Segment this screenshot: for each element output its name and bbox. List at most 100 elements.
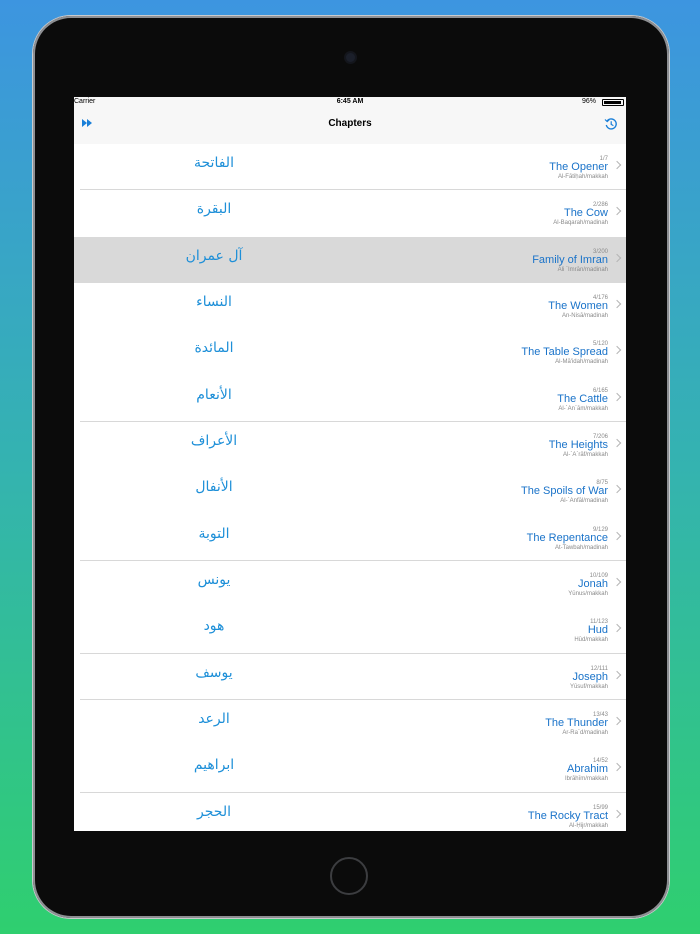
chapter-english-name: Joseph [572,670,608,683]
chapter-arabic-name: آل عمران [185,247,243,264]
chapter-meta: 7/206 The Heights Al-`A`rāf/makkah [549,434,608,458]
chapter-meta: 15/99 The Rocky Tract Al-Ḥijr/makkah [528,805,608,829]
chapter-meta: 11/123 Hud Hūd/makkah [574,619,608,643]
chevron-right-icon [612,763,622,772]
chapter-row[interactable]: الحجر 15/99 The Rocky Tract Al-Ḥijr/makkah [74,792,626,831]
chapter-meta: 2/286 The Cow Al-Baqarah/madinah [553,202,608,226]
chapter-row[interactable]: هود 11/123 Hud Hūd/makkah [74,607,626,654]
chapter-meta: 3/200 Family of Imran Āli `Imrān/madinah [532,249,608,273]
chapter-transliteration: Yūsuf/makkah [569,683,608,690]
chapter-english-name: The Cow [563,207,608,220]
chevron-right-icon [612,299,622,309]
chapter-english-name: The Thunder [545,716,608,729]
chapter-english-name: The Opener [549,161,608,173]
chapter-list: الفاتحة 1/7 The Opener Al-Fātiḥah/makkah الب… [74,144,626,831]
chapter-row[interactable]: الرعد 13/43 The Thunder Ar-Ra`d/madinah [74,699,626,747]
chapter-meta: 14/52 Abrahim Ibrāhīm/makkah [565,758,608,782]
chapter-transliteration: Al-Fātiḥah/makkah [557,174,608,180]
chapter-meta: 4/176 The Women An-Nisā/madinah [548,295,608,319]
chevron-right-icon [612,253,622,262]
chapter-arabic-name: التوبة [198,525,230,542]
chapter-english-name: Family of Imran [532,253,608,266]
chapter-arabic-name: الحجر [197,803,231,820]
status-bar: Carrier 6:45 AM 96% [74,97,626,108]
chapter-row[interactable]: البقرة 2/286 The Cow Al-Baqarah/madinah [74,190,626,237]
chapter-row[interactable]: المائدة 5/120 The Table Spread Al-Mā'idah/m… [74,329,626,376]
battery-percent: 96% [581,98,596,105]
chevron-right-icon [612,392,622,401]
history-icon[interactable] [604,117,618,131]
chapter-arabic-name: يونس [197,571,231,588]
chevron-right-icon [612,346,622,355]
chapter-row[interactable]: الأعراف 7/206 The Heights Al-`A`rāf/makkah [74,421,626,469]
chapter-meta: 10/109 Jonah Yūnus/makkah [568,573,608,597]
chapter-row[interactable]: الأنفال 8/75 The Spoils of War Al-`Anfāl/ma… [74,468,626,515]
chevron-right-icon [612,670,622,679]
chevron-right-icon [612,531,622,540]
chevron-right-icon [612,624,622,633]
chapter-row[interactable]: التوبة 9/129 The Repentance At-Tawbah/madin… [74,514,626,562]
ipad-frame: Carrier 6:45 AM 96% Chapters الفاتحة 1/7 T… [33,16,669,918]
chevron-right-icon [612,485,622,494]
chapter-meta: 9/129 The Repentance At-Tawbah/madinah [527,527,608,551]
chapter-english-name: The Rocky Tract [527,809,608,822]
chapter-row[interactable]: الفاتحة 1/7 The Opener Al-Fātiḥah/makkah [74,144,626,191]
chapter-transliteration: Al-`A`rāf/makkah [562,451,608,458]
chapter-english-name: The Heights [548,438,608,451]
chevron-right-icon [612,716,622,726]
chapter-english-name: Jonah [578,577,608,590]
chapter-english-name: The Repentance [526,531,608,544]
chapter-arabic-name: المائدة [194,340,234,357]
chapter-arabic-name: الفاتحة [194,155,234,171]
chapter-transliteration: Al-`An`ām/makkah [558,405,608,412]
chevron-right-icon [612,577,622,587]
chapter-english-name: The Spoils of War [520,485,608,498]
chapter-row[interactable]: يونس 10/109 Jonah Yūnus/makkah [74,560,626,608]
chapter-arabic-name: ابراهيم [193,757,235,774]
chapter-transliteration: Al-Baqarah/madinah [553,220,608,227]
chapter-row[interactable]: الأنعام 6/165 The Cattle Al-`An`ām/makkah [74,375,626,423]
chapter-english-name: Abrahim [567,763,608,776]
chapter-transliteration: Al-Ḥijr/makkah [568,822,608,829]
chapter-meta: 5/120 The Table Spread Al-Mā'idah/madinah [521,341,608,365]
home-button[interactable] [330,857,368,895]
navigation-bar: Chapters [74,108,626,144]
chapter-english-name: The Table Spread [521,346,608,359]
chapter-transliteration: Al-Mā'idah/madinah [555,359,608,366]
status-time: 6:45 AM [336,98,364,105]
chapter-row[interactable]: النساء 4/176 The Women An-Nisā/madinah [74,282,626,330]
chevron-right-icon [612,160,622,170]
chapter-english-name: Hud [587,624,608,637]
chapter-transliteration: Al-`Anfāl/madinah [560,498,608,505]
chapter-arabic-name: النساء [196,293,232,310]
chevron-right-icon [612,438,622,448]
chapter-row[interactable]: آل عمران 3/200 Family of Imran Āli `Imrān/m… [74,236,626,283]
page-title: Chapters [328,118,372,129]
chapter-arabic-name: هود [203,618,225,635]
camera-icon [346,53,355,62]
chevron-right-icon [612,207,622,216]
chapter-row[interactable]: ابراهيم 14/52 Abrahim Ibrāhīm/makkah [74,746,626,793]
chapter-arabic-name: البقرة [196,201,232,218]
chapter-meta: 13/43 The Thunder Ar-Ra`d/madinah [545,712,608,736]
chapter-row[interactable]: يوسف 12/111 Joseph Yūsuf/makkah [74,653,626,701]
chapter-meta: 1/7 The Opener Al-Fātiḥah/makkah [549,156,608,180]
chapter-arabic-name: الأنعام [196,386,232,403]
chapter-transliteration: Hūd/makkah [574,637,608,644]
chapter-english-name: The Women [548,299,608,312]
chapter-arabic-name: الأعراف [190,432,238,449]
chapter-transliteration: At-Tawbah/madinah [554,544,608,551]
app-screen: Carrier 6:45 AM 96% Chapters الفاتحة 1/7 T… [74,97,626,831]
chapter-meta: 12/111 Joseph Yūsuf/makkah [570,666,608,690]
chapter-english-name: The Cattle [557,392,608,405]
battery-icon [602,99,624,106]
chapter-arabic-name: الأنفال [195,479,233,496]
chapter-transliteration: An-Nisā/madinah [561,312,608,319]
chapter-transliteration: Ibrāhīm/makkah [564,776,608,783]
chevron-right-icon [612,809,622,818]
chapter-transliteration: Āli `Imrān/madinah [557,266,608,273]
chapter-arabic-name: الرعد [198,710,230,727]
chapter-arabic-name: يوسف [195,664,233,681]
chapter-transliteration: Ar-Ra`d/madinah [562,729,608,736]
chapter-meta: 8/75 The Spoils of War Al-`Anfāl/madinah [521,480,608,504]
